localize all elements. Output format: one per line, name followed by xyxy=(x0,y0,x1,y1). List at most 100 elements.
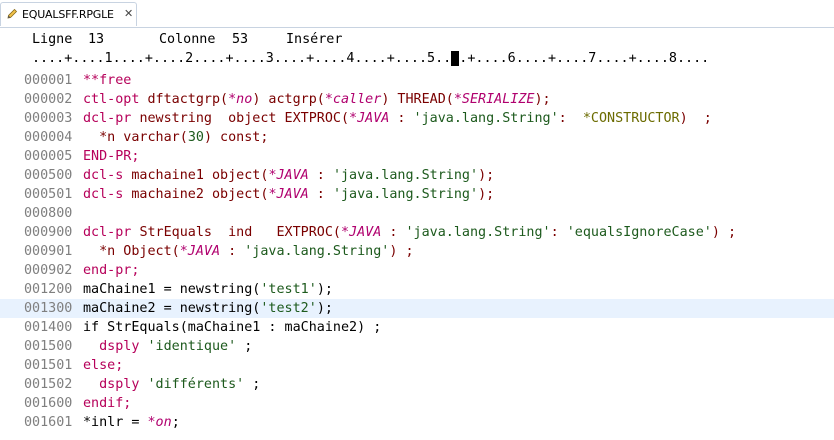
code-line[interactable]: 000003 dcl-pr newstring object EXTPROC(*J… xyxy=(0,109,834,128)
code-token: ); xyxy=(478,168,495,183)
line-number: 000500 xyxy=(24,168,73,183)
code-token: dcl-pr xyxy=(83,111,140,126)
edit-file-icon xyxy=(7,8,18,19)
line-number: 001400 xyxy=(24,320,73,335)
code-token: *n Object( xyxy=(83,244,180,259)
code-token: *JAVA xyxy=(179,244,221,259)
code-token: ); xyxy=(316,282,333,297)
column-ruler: ....+....1....+....2....+....3....+....4… xyxy=(32,49,709,69)
code-editor[interactable]: 000001 **free 000002 ctl-opt dftactgrp(*no)… xyxy=(0,71,834,432)
line-number: 001300 xyxy=(24,301,73,316)
code-line[interactable]: 000501 dcl-s machaine2 object(*JAVA : 'ja… xyxy=(0,185,834,204)
line-source[interactable]: dcl-pr StrEquals ind EXTPROC(*JAVA : 'ja… xyxy=(83,223,736,242)
code-token: machaine1 object( xyxy=(131,168,269,183)
code-line[interactable]: 000901 *n Object(*JAVA : 'java.lang.Stri… xyxy=(0,242,834,261)
close-icon[interactable]: ✕ xyxy=(124,7,133,21)
line-source[interactable]: END-PR; xyxy=(83,147,139,166)
line-source[interactable]: end-pr; xyxy=(83,261,139,280)
code-token: if StrEquals(maChaine1 : maChaine2) ; xyxy=(83,320,382,335)
insert-mode: Insérer xyxy=(286,32,343,47)
editor-tab-bar: EQUALSFF.RPGLE ✕ xyxy=(0,0,834,28)
code-token: *JAVA xyxy=(268,187,309,202)
code-token: ); xyxy=(316,301,333,316)
code-line[interactable]: 001502 dsply 'différents' ; xyxy=(0,375,834,394)
code-token: maChaine1 = newstring( xyxy=(83,282,261,297)
line-number: 001601 xyxy=(24,415,73,430)
code-token: : xyxy=(308,187,333,202)
line-source[interactable]: dcl-s machaine2 object(*JAVA : 'java.lan… xyxy=(83,185,494,204)
line-number: 000003 xyxy=(24,111,73,126)
line-number: 000901 xyxy=(24,244,73,259)
code-line[interactable]: 000005 END-PR; xyxy=(0,147,834,166)
line-number: 001200 xyxy=(24,282,73,297)
code-token: dcl-s xyxy=(83,168,132,183)
line-source[interactable]: *n varchar(30) const; xyxy=(83,128,268,147)
code-token: *on xyxy=(147,415,172,430)
tab-label: EQUALSFF.RPGLE xyxy=(22,8,114,21)
code-line[interactable]: 000002 ctl-opt dftactgrp(*no) actgrp(*cal… xyxy=(0,90,834,109)
code-line[interactable]: 001200 maChaine1 = newstring('test1'); xyxy=(0,280,834,299)
code-token: 'equalsIgnoreCase' xyxy=(566,225,712,240)
line-source[interactable]: *n Object(*JAVA : 'java.lang.String') ; xyxy=(83,242,413,261)
code-token: *caller xyxy=(324,92,382,107)
code-token: ) const; xyxy=(203,130,269,145)
code-line[interactable]: 001600 endif; xyxy=(0,394,834,413)
code-token: ; xyxy=(171,415,180,430)
code-token: *no xyxy=(228,92,253,107)
line-number: 000902 xyxy=(24,263,73,278)
code-line[interactable]: 001601 *inlr = *on; xyxy=(0,413,834,432)
code-token: : xyxy=(220,244,245,259)
line-source[interactable]: ctl-opt dftactgrp(*no) actgrp(*caller) T… xyxy=(83,90,551,109)
code-token: endif; xyxy=(83,396,132,411)
code-token: *SERIALIZE xyxy=(453,92,535,107)
code-token: end-pr; xyxy=(83,263,140,278)
line-source[interactable]: dcl-s machaine1 object(*JAVA : 'java.lan… xyxy=(83,166,494,185)
code-line[interactable]: 000900 dcl-pr StrEquals ind EXTPROC(*JAVA… xyxy=(0,223,834,242)
code-token: : xyxy=(308,168,333,183)
code-line[interactable]: 001500 dsply 'identique' ; xyxy=(0,337,834,356)
line-number: 001501 xyxy=(24,358,73,373)
code-token: dftactgrp( xyxy=(147,92,229,107)
line-source[interactable]: dsply 'identique' ; xyxy=(83,337,252,356)
line-number: 000800 xyxy=(24,206,73,221)
line-source[interactable]: maChaine2 = newstring('test2'); xyxy=(83,299,333,318)
code-token: : xyxy=(558,111,583,126)
line-source[interactable]: **free xyxy=(83,71,131,90)
code-token: **free xyxy=(83,73,132,88)
column-value: 53 xyxy=(232,32,249,47)
line-source[interactable]: else; xyxy=(83,356,123,375)
code-line[interactable]: 000800 xyxy=(0,204,834,223)
code-token: else; xyxy=(83,358,124,373)
code-line[interactable]: 001400 if StrEquals(maChaine1 : maChaine2… xyxy=(0,318,834,337)
code-token: dcl-s xyxy=(83,187,132,202)
line-number: 000004 xyxy=(24,130,73,145)
code-token: 'identique' xyxy=(147,339,237,354)
line-number: 001500 xyxy=(24,339,73,354)
line-source[interactable]: endif; xyxy=(83,394,131,413)
code-token: ) actgrp( xyxy=(252,92,325,107)
code-token: maChaine2 = newstring( xyxy=(83,301,261,316)
ruler-before: ....+....1....+....2....+....3....+....4… xyxy=(32,51,452,66)
code-token: END-PR; xyxy=(83,149,140,164)
code-line[interactable]: 000004 *n varchar(30) const; xyxy=(0,128,834,147)
code-line[interactable]: 000001 **free xyxy=(0,71,834,90)
code-token: 'java.lang.String' xyxy=(405,225,551,240)
line-source[interactable]: if StrEquals(maChaine1 : maChaine2) ; xyxy=(83,318,381,337)
code-token: *JAVA xyxy=(349,111,390,126)
code-line[interactable]: 001300 maChaine2 = newstring('test2'); xyxy=(0,299,834,318)
code-line[interactable]: 000500 dcl-s machaine1 object(*JAVA : 'ja… xyxy=(0,166,834,185)
code-token: 'java.lang.String' xyxy=(244,244,390,259)
code-token: 'test1' xyxy=(260,282,317,297)
line-source[interactable]: *inlr = *on; xyxy=(83,413,180,432)
line-source[interactable]: dcl-pr newstring object EXTPROC(*JAVA : … xyxy=(83,109,712,128)
code-token: *CONSTRUCTOR xyxy=(582,111,680,126)
code-token: : xyxy=(381,225,406,240)
code-token: 'java.lang.String' xyxy=(413,111,559,126)
line-source[interactable]: maChaine1 = newstring('test1'); xyxy=(83,280,333,299)
line-number: 000501 xyxy=(24,187,73,202)
line-value: 13 xyxy=(88,32,105,47)
line-source[interactable]: dsply 'différents' ; xyxy=(83,375,260,394)
code-line[interactable]: 000902 end-pr; xyxy=(0,261,834,280)
code-line[interactable]: 001501 else; xyxy=(0,356,834,375)
editor-tab[interactable]: EQUALSFF.RPGLE ✕ xyxy=(0,2,137,26)
